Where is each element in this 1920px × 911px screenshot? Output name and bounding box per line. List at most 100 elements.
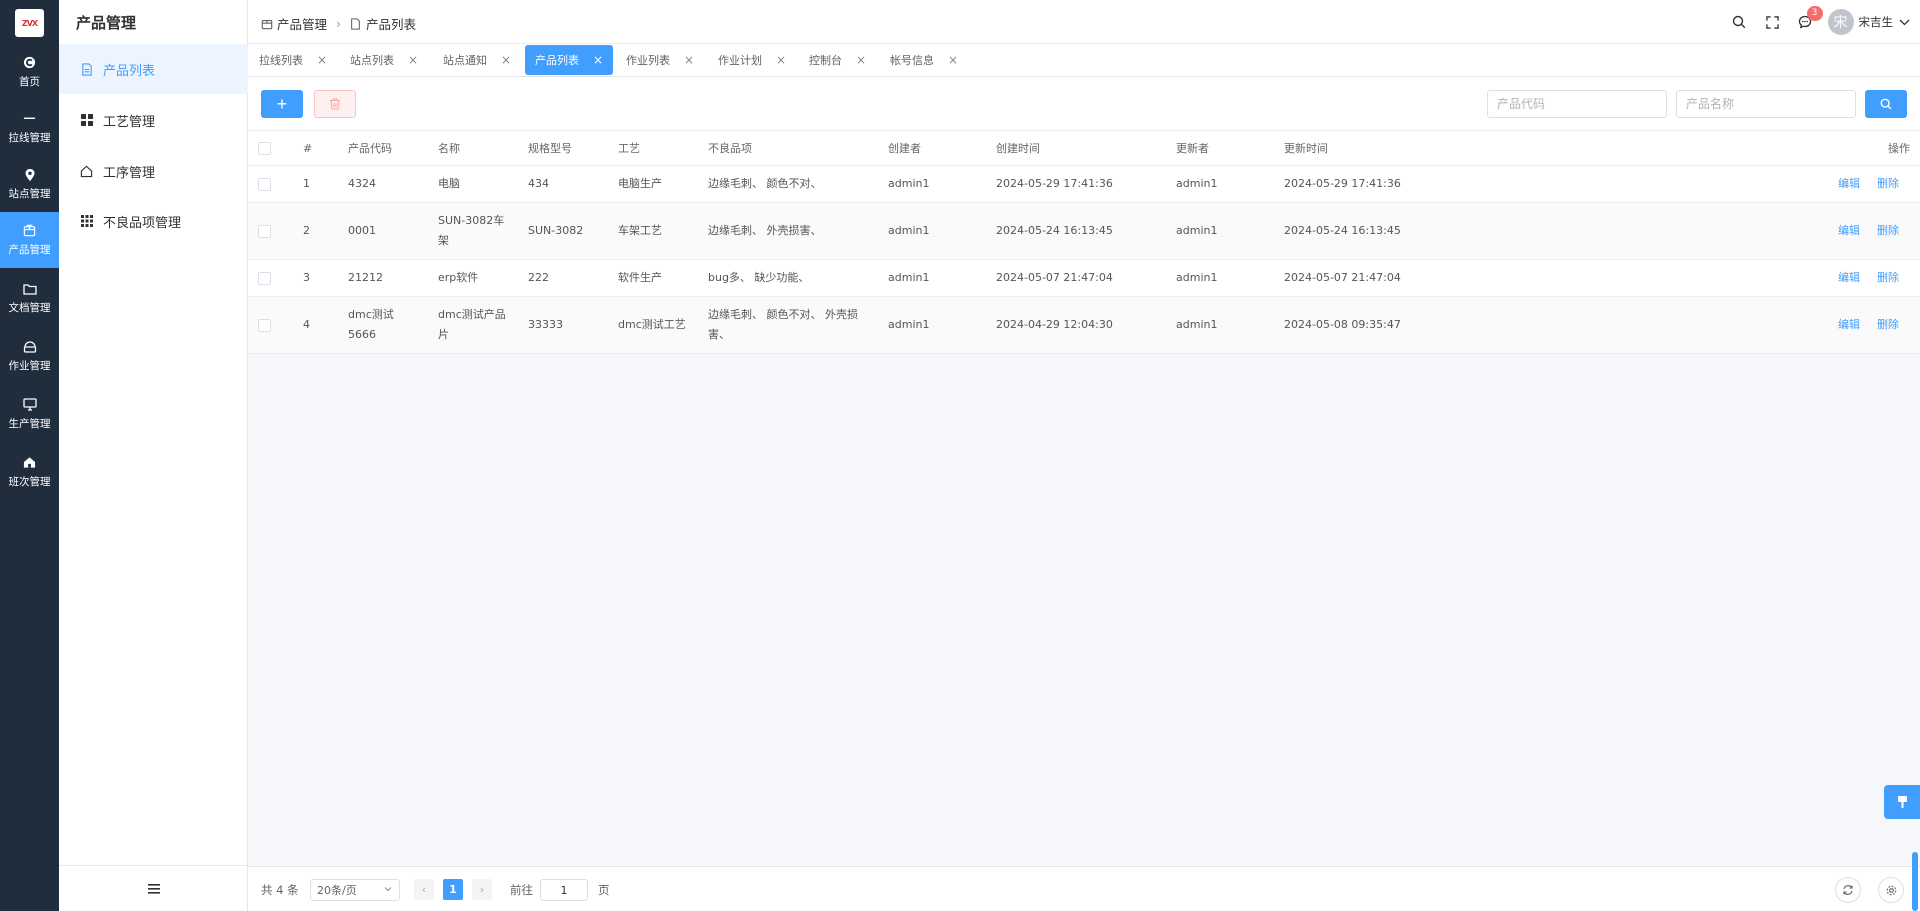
search-submit-button[interactable]: [1865, 90, 1907, 118]
close-icon[interactable]: ×: [501, 53, 511, 67]
chevron-left-icon: ‹: [421, 883, 427, 896]
cell-craft: dmc测试工艺: [618, 318, 686, 331]
cell-index: 1: [303, 177, 310, 190]
tab-station-list[interactable]: 站点列表 ×: [350, 45, 418, 75]
column-header-creator: 创建者: [888, 142, 921, 155]
rail-item-document[interactable]: 文档管理: [0, 270, 59, 326]
close-icon[interactable]: ×: [684, 53, 694, 67]
cell-defects: 边缘毛刺、 外壳损害、: [708, 224, 822, 237]
cell-created: 2024-05-07 21:47:04: [996, 271, 1113, 284]
page-size-select[interactable]: 20条/页: [310, 879, 400, 901]
cell-name: SUN-3082车架: [438, 214, 505, 247]
home-circle-icon: [23, 56, 37, 70]
rail-item-station[interactable]: 站点管理: [0, 156, 59, 212]
floating-theme-button[interactable]: [1884, 785, 1920, 819]
sidebar-item-craft[interactable]: 工艺管理: [59, 95, 248, 145]
settings-button[interactable]: [1878, 877, 1904, 903]
cell-defects: 边缘毛刺、 颜色不对、 外壳损害、: [708, 308, 858, 341]
tab-job-plan[interactable]: 作业计划 ×: [718, 45, 786, 75]
delete-row-button[interactable]: 删除: [1877, 221, 1899, 241]
rail-item-shift[interactable]: 班次管理: [0, 444, 59, 500]
cell-code: 4324: [348, 177, 376, 190]
collapse-sidebar-button[interactable]: [59, 865, 248, 911]
rail-item-label: 班次管理: [8, 475, 51, 488]
close-icon[interactable]: ×: [593, 53, 603, 67]
rail-item-home[interactable]: 首页: [0, 44, 59, 100]
breadcrumb-item-product-management[interactable]: 产品管理: [277, 14, 327, 33]
rail-item-line[interactable]: 拉线管理: [0, 100, 59, 156]
tab-job-list[interactable]: 作业列表 ×: [626, 45, 694, 75]
edit-button[interactable]: 编辑: [1838, 268, 1860, 288]
close-icon[interactable]: ×: [408, 53, 418, 67]
pagination-bar: 共 4 条 20条/页 ‹ 1 › 前往 页: [248, 866, 1920, 911]
sidebar-item-process[interactable]: 工序管理: [59, 146, 248, 196]
cell-updater: admin1: [1176, 318, 1218, 331]
close-icon[interactable]: ×: [856, 53, 866, 67]
fullscreen-button[interactable]: [1756, 0, 1789, 44]
notifications-button[interactable]: 3: [1789, 0, 1823, 44]
scroll-indicator[interactable]: [1912, 852, 1918, 911]
delete-row-button[interactable]: 删除: [1877, 268, 1899, 288]
user-menu[interactable]: 宋 宋吉生: [1827, 9, 1911, 35]
sidebar-item-label: 工序管理: [103, 165, 156, 181]
rail-item-label: 站点管理: [8, 187, 51, 200]
column-header-defects: 不良品项: [708, 142, 752, 155]
tab-label: 产品列表: [535, 54, 579, 67]
tab-account-info[interactable]: 帐号信息 ×: [890, 45, 958, 75]
cell-updated: 2024-05-07 21:47:04: [1284, 271, 1401, 284]
tab-label: 站点通知: [443, 54, 487, 67]
cell-index: 3: [303, 271, 310, 284]
rail-item-product[interactable]: 产品管理: [0, 212, 59, 268]
breadcrumb-separator-icon: ›: [336, 16, 342, 31]
close-icon[interactable]: ×: [776, 53, 786, 67]
select-all-checkbox[interactable]: [258, 142, 271, 155]
hamburger-icon: [147, 883, 160, 894]
row-checkbox[interactable]: [258, 225, 271, 238]
refresh-button[interactable]: [1835, 877, 1861, 903]
row-checkbox[interactable]: [258, 319, 271, 332]
cell-updater: admin1: [1176, 224, 1218, 237]
rail-item-job[interactable]: 作业管理: [0, 328, 59, 384]
page-number-button[interactable]: 1: [443, 879, 463, 900]
tab-station-notice[interactable]: 站点通知 ×: [443, 45, 511, 75]
search-button[interactable]: [1723, 0, 1756, 44]
table-header-row: # 产品代码 名称 规格型号 工艺 不良品项 创建者 创建时间 更新者 更新时间…: [248, 130, 1920, 166]
rail-item-production[interactable]: 生产管理: [0, 386, 59, 442]
box-icon: [23, 224, 37, 238]
close-icon[interactable]: ×: [317, 53, 327, 67]
product-code-input[interactable]: [1487, 90, 1667, 118]
edit-button[interactable]: 编辑: [1838, 174, 1860, 194]
sidebar-item-defects[interactable]: 不良品项管理: [59, 196, 248, 246]
tab-console[interactable]: 控制台 ×: [809, 45, 866, 75]
delete-row-button[interactable]: 删除: [1877, 315, 1899, 335]
row-checkbox[interactable]: [258, 178, 271, 191]
next-page-button[interactable]: ›: [472, 879, 492, 900]
prev-page-button[interactable]: ‹: [414, 879, 434, 900]
delete-button[interactable]: [314, 90, 356, 118]
tab-label: 作业列表: [626, 54, 670, 67]
top-header: 产品管理 › 产品列表 3 宋 宋吉生: [248, 0, 1920, 44]
edit-button[interactable]: 编辑: [1838, 315, 1860, 335]
cell-spec: 434: [528, 177, 549, 190]
pagination-total: 共 4 条: [261, 883, 299, 897]
avatar: 宋: [1827, 9, 1854, 35]
edit-button[interactable]: 编辑: [1838, 221, 1860, 241]
main-nav-rail: ZVX 首页 拉线管理 站点管理 产品管理 文档管理 作业管理 生产管理 班次管…: [0, 0, 59, 911]
delete-row-button[interactable]: 删除: [1877, 174, 1899, 194]
goto-page-input[interactable]: [540, 879, 588, 901]
product-name-input[interactable]: [1676, 90, 1856, 118]
app-logo[interactable]: ZVX: [15, 9, 44, 37]
cell-spec: 222: [528, 271, 549, 284]
tab-line-list[interactable]: 拉线列表 ×: [259, 45, 327, 75]
add-button[interactable]: +: [261, 90, 303, 118]
sidebar-item-product-list[interactable]: 产品列表: [59, 44, 248, 94]
row-checkbox[interactable]: [258, 272, 271, 285]
close-icon[interactable]: ×: [948, 53, 958, 67]
cell-index: 4: [303, 318, 310, 331]
sidebar-item-label: 工艺管理: [103, 114, 156, 130]
tab-product-list[interactable]: 产品列表 ×: [525, 45, 614, 75]
page-unit-label: 页: [598, 883, 610, 897]
cell-creator: admin1: [888, 224, 930, 237]
cell-code: 0001: [348, 224, 376, 237]
house-icon: [23, 456, 37, 470]
